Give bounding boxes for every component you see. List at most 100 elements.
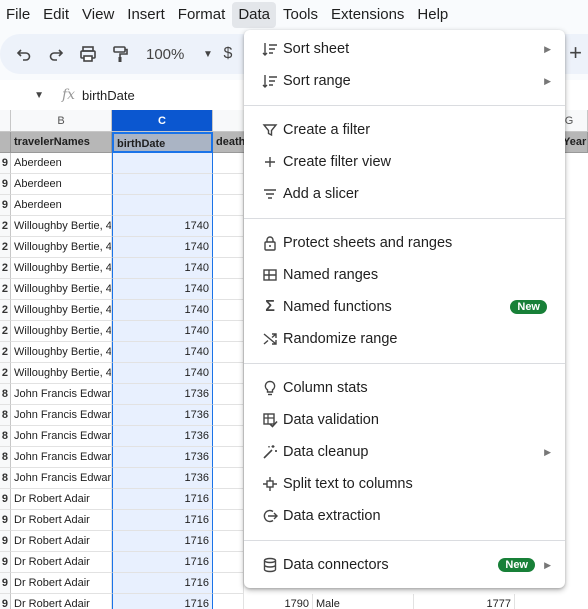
formula-input[interactable]: birthDate xyxy=(82,88,135,103)
menu-item-data-cleanup[interactable]: Data cleanup ▶ xyxy=(244,436,565,468)
death-cell[interactable] xyxy=(213,279,244,300)
undo-icon[interactable] xyxy=(8,38,40,70)
print-icon[interactable] xyxy=(72,38,104,70)
death-cell[interactable] xyxy=(213,342,244,363)
birth-date-cell[interactable]: 1716 xyxy=(112,573,213,594)
redo-icon[interactable] xyxy=(40,38,72,70)
row-number[interactable]: 9 xyxy=(0,174,11,195)
menu-item-create-filter-view[interactable]: Create filter view xyxy=(244,146,565,178)
traveler-name-cell[interactable]: Dr Robert Adair xyxy=(11,510,112,531)
birth-date-cell[interactable]: 1740 xyxy=(112,258,213,279)
birth-date-cell[interactable]: 1740 xyxy=(112,216,213,237)
header-birth-date[interactable]: birthDate xyxy=(112,132,213,153)
death-cell[interactable] xyxy=(213,258,244,279)
death-cell[interactable] xyxy=(213,426,244,447)
menu-item-data-extraction[interactable]: Data extraction xyxy=(244,500,565,532)
menu-item-sort-sheet[interactable]: Sort sheet ▶ xyxy=(244,33,565,65)
row-number[interactable]: 2 xyxy=(0,279,11,300)
menu-item-named-ranges[interactable]: Named ranges xyxy=(244,259,565,291)
birth-date-cell[interactable] xyxy=(112,153,213,174)
traveler-name-cell[interactable]: Willoughby Bertie, 4t xyxy=(11,321,112,342)
death-cell[interactable] xyxy=(213,384,244,405)
death-cell[interactable] xyxy=(213,531,244,552)
birth-date-cell[interactable]: 1716 xyxy=(112,594,213,609)
birth-date-cell[interactable]: 1740 xyxy=(112,321,213,342)
column-header-c[interactable]: C xyxy=(112,110,213,132)
death-cell[interactable] xyxy=(213,468,244,489)
death-cell[interactable] xyxy=(213,216,244,237)
row-number[interactable]: 8 xyxy=(0,447,11,468)
birth-date-cell[interactable]: 1736 xyxy=(112,468,213,489)
death-cell[interactable] xyxy=(213,153,244,174)
death-cell[interactable] xyxy=(213,573,244,594)
row-number[interactable]: 8 xyxy=(0,468,11,489)
name-box-dropdown-icon[interactable]: ▼ xyxy=(0,90,56,101)
traveler-name-cell[interactable]: Dr Robert Adair xyxy=(11,531,112,552)
paint-format-icon[interactable] xyxy=(104,38,136,70)
last-row-death[interactable]: 1790 xyxy=(213,594,313,609)
traveler-name-cell[interactable]: Willoughby Bertie, 4t xyxy=(11,300,112,321)
row-number[interactable]: 9 xyxy=(0,552,11,573)
traveler-name-cell[interactable]: John Francis Edward xyxy=(11,384,112,405)
birth-date-cell[interactable] xyxy=(112,195,213,216)
menu-item-named-functions[interactable]: Σ Named functions New xyxy=(244,291,565,323)
menu-item-create-filter[interactable]: Create a filter xyxy=(244,114,565,146)
menu-item-randomize-range[interactable]: Randomize range xyxy=(244,323,565,355)
menu-item-data-connectors[interactable]: Data connectors New ▶ xyxy=(244,549,565,581)
currency-icon[interactable]: $ xyxy=(216,38,240,70)
birth-date-cell[interactable]: 1740 xyxy=(112,279,213,300)
traveler-name-cell[interactable]: John Francis Edward xyxy=(11,405,112,426)
row-number[interactable]: 2 xyxy=(0,258,11,279)
birth-date-cell[interactable]: 1716 xyxy=(112,552,213,573)
row-number[interactable]: 9 xyxy=(0,594,11,609)
zoom-dropdown-icon[interactable]: ▼ xyxy=(200,38,216,70)
traveler-name-cell[interactable]: John Francis Edward xyxy=(11,426,112,447)
traveler-name-cell[interactable]: Aberdeen xyxy=(11,195,112,216)
traveler-name-cell[interactable]: Willoughby Bertie, 4t xyxy=(11,279,112,300)
last-row-year[interactable]: 1777 xyxy=(414,594,515,609)
birth-date-cell[interactable]: 1736 xyxy=(112,405,213,426)
row-number[interactable]: 2 xyxy=(0,363,11,384)
traveler-name-cell[interactable]: Aberdeen xyxy=(11,153,112,174)
traveler-name-cell[interactable]: Dr Robert Adair xyxy=(11,573,112,594)
menu-file[interactable]: File xyxy=(0,2,36,28)
death-cell[interactable] xyxy=(213,195,244,216)
row-number[interactable]: 9 xyxy=(0,153,11,174)
traveler-name-cell[interactable]: John Francis Edward xyxy=(11,468,112,489)
traveler-name-cell[interactable]: Aberdeen xyxy=(11,174,112,195)
traveler-name-cell[interactable]: Dr Robert Adair xyxy=(11,489,112,510)
death-cell[interactable] xyxy=(213,552,244,573)
row-number[interactable]: 2 xyxy=(0,237,11,258)
death-cell[interactable] xyxy=(213,489,244,510)
birth-date-cell[interactable]: 1740 xyxy=(112,300,213,321)
death-cell[interactable] xyxy=(213,447,244,468)
menu-help[interactable]: Help xyxy=(411,2,454,28)
menu-item-column-stats[interactable]: Column stats xyxy=(244,372,565,404)
death-cell[interactable] xyxy=(213,405,244,426)
death-cell[interactable] xyxy=(213,363,244,384)
traveler-name-cell[interactable]: Willoughby Bertie, 4t xyxy=(11,237,112,258)
birth-date-cell[interactable]: 1716 xyxy=(112,531,213,552)
column-header-b[interactable]: B xyxy=(11,110,112,132)
traveler-name-cell[interactable]: Willoughby Bertie, 4t xyxy=(11,258,112,279)
traveler-name-cell[interactable]: Dr Robert Adair xyxy=(11,594,112,609)
menu-insert[interactable]: Insert xyxy=(121,2,171,28)
row-number[interactable]: 9 xyxy=(0,531,11,552)
death-cell[interactable] xyxy=(213,237,244,258)
traveler-name-cell[interactable]: Dr Robert Adair xyxy=(11,552,112,573)
birth-date-cell[interactable]: 1736 xyxy=(112,384,213,405)
menu-data[interactable]: Data xyxy=(232,2,276,28)
menu-item-split-text[interactable]: Split text to columns xyxy=(244,468,565,500)
row-number[interactable]: 2 xyxy=(0,321,11,342)
row-number[interactable]: 9 xyxy=(0,195,11,216)
birth-date-cell[interactable]: 1716 xyxy=(112,489,213,510)
menu-format[interactable]: Format xyxy=(172,2,232,28)
row-number[interactable]: 8 xyxy=(0,405,11,426)
row-number[interactable]: 8 xyxy=(0,384,11,405)
death-cell[interactable] xyxy=(213,510,244,531)
column-header-a[interactable] xyxy=(0,110,11,132)
menu-item-protect-sheets[interactable]: Protect sheets and ranges xyxy=(244,227,565,259)
traveler-name-cell[interactable]: Willoughby Bertie, 4t xyxy=(11,363,112,384)
row-number[interactable]: 2 xyxy=(0,300,11,321)
menu-extensions[interactable]: Extensions xyxy=(325,2,410,28)
